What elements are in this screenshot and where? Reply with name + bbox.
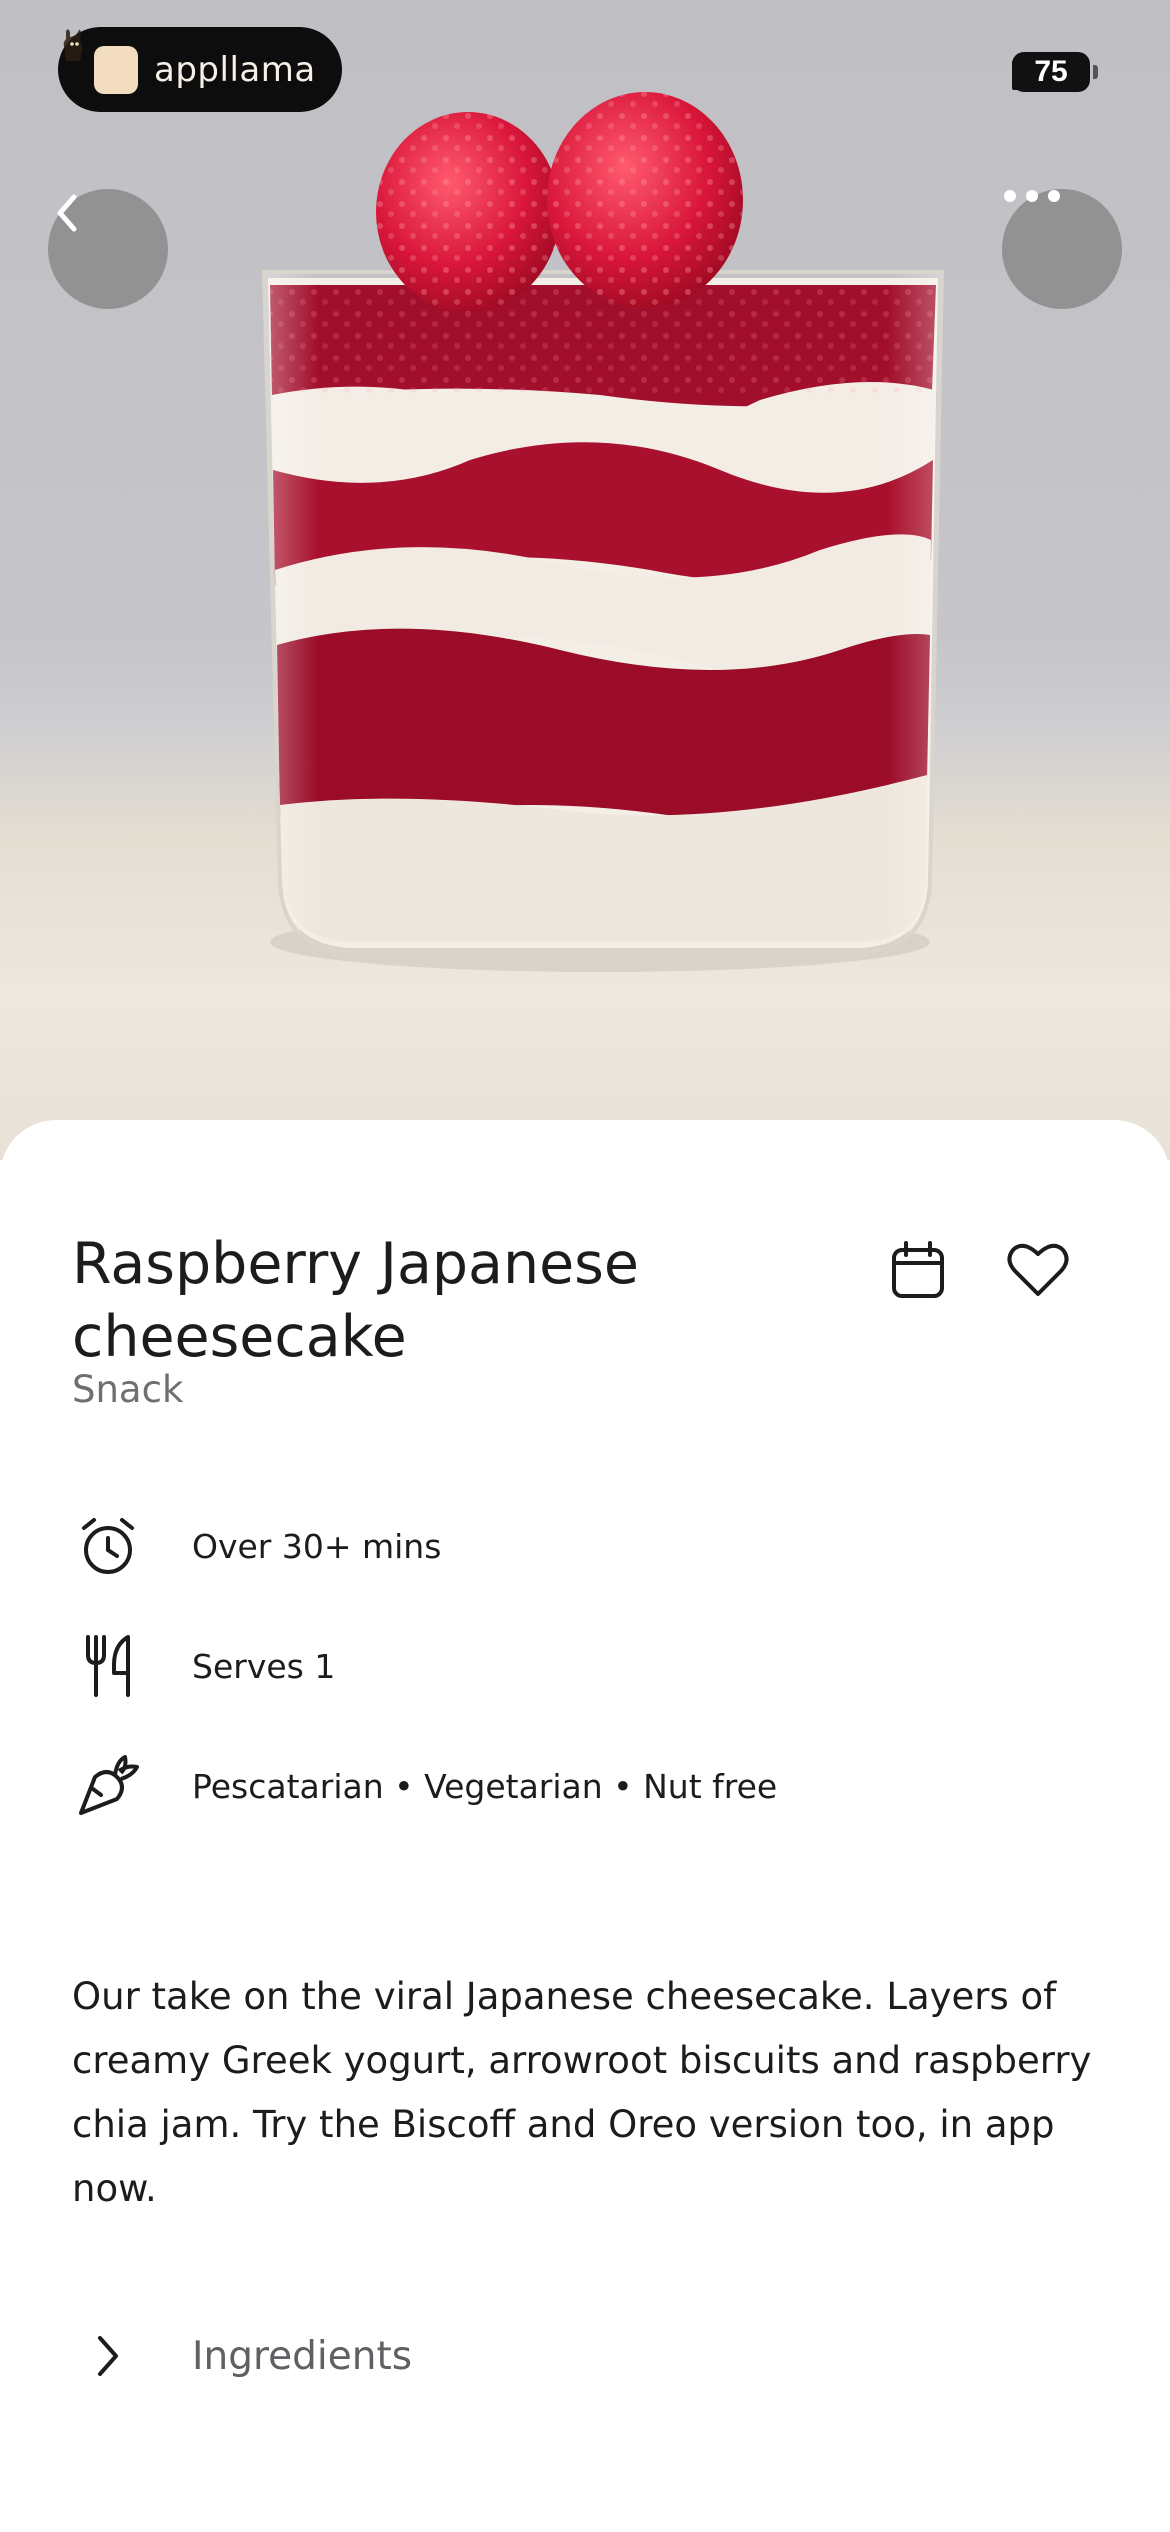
chevron-right-icon [72, 2320, 144, 2392]
add-to-calendar-button[interactable] [886, 1238, 950, 1302]
meta-row-diet: Pescatarian • Vegetarian • Nut free [72, 1750, 777, 1822]
ingredients-section-toggle[interactable]: Ingredients [72, 2320, 412, 2392]
dessert-photo [261, 92, 945, 972]
chevron-left-icon [57, 194, 77, 232]
brand-badge: appllama [58, 27, 342, 112]
meta-row-servings: Serves 1 [72, 1630, 335, 1702]
meta-text-servings: Serves 1 [192, 1646, 336, 1686]
meta-text-time: Over 30+ mins [192, 1526, 442, 1566]
recipe-category: Snack [72, 1368, 184, 1411]
more-options-button[interactable] [1002, 189, 1122, 309]
recipe-description: Our take on the viral Japanese cheesecak… [72, 1975, 1092, 2210]
battery-level: 75 [1034, 55, 1068, 88]
llama-logo-icon [63, 29, 138, 94]
fork-knife-icon [72, 1630, 144, 1702]
status-icons: 75 [1012, 52, 1098, 92]
recipe-hero-image: appllama 75 [0, 0, 1170, 1160]
heart-icon [1007, 1243, 1069, 1296]
ingredients-label: Ingredients [192, 2333, 413, 2379]
carrot-icon [72, 1750, 144, 1822]
favorite-button[interactable] [1006, 1238, 1070, 1302]
recipe-title: Raspberry Japanese cheesecake [72, 1231, 639, 1371]
battery-indicator: 75 [1012, 52, 1098, 92]
meta-text-diet: Pescatarian • Vegetarian • Nut free [192, 1766, 778, 1806]
back-button[interactable] [48, 189, 168, 309]
ellipsis-icon [1004, 190, 1060, 202]
recipe-details-sheet: Raspberry Japanese cheesecake Snack Over… [0, 1120, 1170, 2532]
meta-row-time: Over 30+ mins [72, 1510, 441, 1582]
alarm-clock-icon [72, 1510, 144, 1582]
brand-name: appllama [154, 49, 316, 90]
calendar-icon [892, 1241, 944, 1298]
